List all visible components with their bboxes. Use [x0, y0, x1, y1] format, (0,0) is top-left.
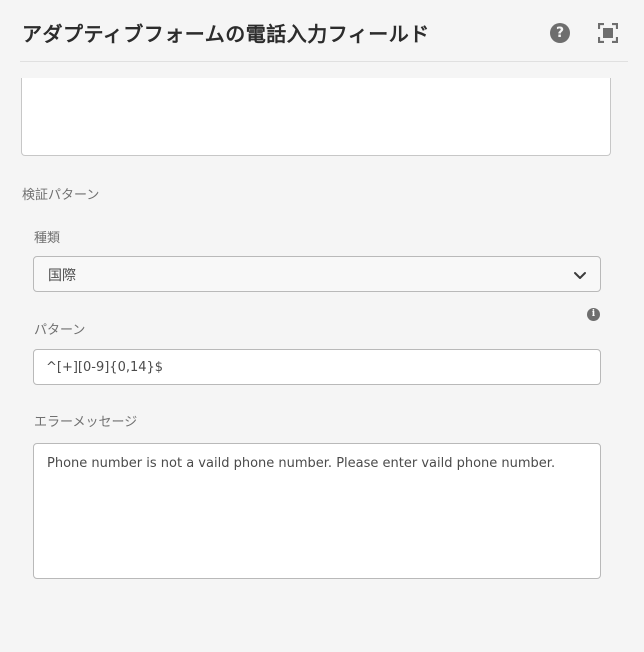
error-message-label: エラーメッセージ [34, 415, 138, 430]
info-icon[interactable]: i [587, 308, 600, 321]
dialog-header: アダプティブフォームの電話入力フィールド ? [0, 0, 644, 62]
help-icon[interactable]: ? [550, 23, 570, 43]
chevron-down-icon [574, 272, 586, 279]
type-select-value: 国際 [48, 268, 76, 284]
previous-textarea[interactable] [21, 78, 611, 156]
type-label: 種類 [34, 231, 61, 246]
validation-section-label: 検証パターン [22, 188, 100, 203]
dialog-title: アダプティブフォームの電話入力フィールド [22, 22, 430, 46]
pattern-label: パターン [34, 323, 86, 338]
fullscreen-icon[interactable] [597, 22, 619, 44]
pattern-input[interactable] [33, 349, 601, 385]
error-message-textarea[interactable]: Phone number is not a vaild phone number… [33, 443, 601, 579]
header-divider [20, 61, 628, 62]
type-select[interactable]: 国際 [33, 256, 601, 292]
